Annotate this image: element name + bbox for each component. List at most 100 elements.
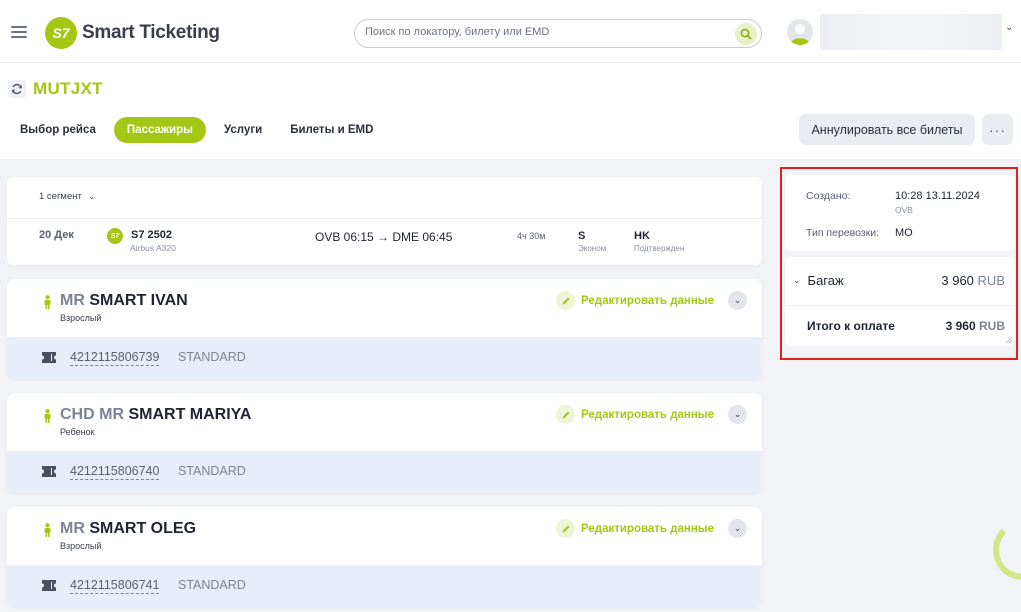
passenger-fullname: SMART MARIYA bbox=[128, 406, 252, 423]
pencil-icon bbox=[556, 291, 575, 310]
booking-tabs: Выбор рейса Пассажиры Услуги Билеты и EM… bbox=[10, 117, 391, 143]
ticket-number-link[interactable]: 4212115806739 bbox=[70, 350, 160, 366]
total-currency: RUB bbox=[979, 319, 1005, 333]
tab-tickets-emd[interactable]: Билеты и EMD bbox=[280, 117, 383, 143]
chevron-down-icon[interactable]: ⌄ bbox=[1005, 22, 1013, 33]
chevron-down-icon: ⌄ bbox=[87, 191, 96, 201]
baggage-amount: 3 960 RUB bbox=[941, 273, 1005, 288]
more-options-button[interactable]: ··· bbox=[982, 114, 1013, 145]
refresh-icon[interactable] bbox=[8, 80, 26, 98]
search-button[interactable] bbox=[735, 23, 757, 45]
pencil-icon bbox=[556, 519, 575, 538]
flight-route: OVB 06:15 → DME 06:45 bbox=[315, 230, 453, 244]
chevron-down-icon[interactable]: ⌄ bbox=[728, 291, 747, 310]
fare-family: STANDARD bbox=[178, 464, 246, 478]
ticket-icon bbox=[42, 352, 56, 363]
avatar-icon bbox=[790, 24, 810, 45]
passenger-fullname: SMART IVAN bbox=[89, 292, 188, 309]
brand-name: Smart Ticketing bbox=[82, 22, 220, 43]
passenger-type: Ребенок bbox=[60, 427, 95, 437]
edit-passenger-label: Редактировать данные bbox=[581, 294, 714, 307]
passenger-card: MR SMART IVAN Взрослый Редактировать дан… bbox=[7, 279, 762, 379]
booking-info-card: Создано: 10:28 13.11.2024 OVB Тип перево… bbox=[785, 175, 1015, 251]
edit-passenger-label: Редактировать данные bbox=[581, 522, 714, 535]
created-value: 10:28 13.11.2024 bbox=[895, 190, 980, 202]
divider bbox=[785, 305, 1015, 306]
search-icon bbox=[740, 28, 752, 40]
chevron-down-icon: ⌄ bbox=[793, 275, 801, 285]
pnr-code: MUTJXT bbox=[33, 79, 103, 98]
segment-toggle[interactable]: 1 сегмент ⌄ bbox=[39, 191, 95, 202]
transport-type-label: Тип перевозки: bbox=[806, 227, 879, 239]
ticket-number-link[interactable]: 4212115806740 bbox=[70, 464, 160, 480]
segment-status-name: Подтвержден bbox=[634, 244, 685, 253]
tab-passengers[interactable]: Пассажиры bbox=[113, 117, 206, 143]
flight-number: S7 2502 bbox=[131, 229, 172, 241]
edit-passenger-button[interactable]: Редактировать данные bbox=[556, 519, 714, 538]
passenger-type: Взрослый bbox=[60, 541, 102, 551]
baggage-row[interactable]: ⌄ Багаж 3 960 RUB bbox=[793, 273, 1005, 288]
passenger-card: MR SMART OLEG Взрослый Редактировать дан… bbox=[7, 507, 762, 607]
edit-passenger-button[interactable]: Редактировать данные bbox=[556, 291, 714, 310]
fare-family: STANDARD bbox=[178, 578, 246, 592]
passenger-name: MR SMART IVAN bbox=[60, 292, 188, 310]
passenger-name: CHD MR SMART MARIYA bbox=[60, 406, 251, 424]
search-input[interactable] bbox=[365, 26, 725, 38]
total-amount-value: 3 960 bbox=[945, 319, 976, 333]
total-label: Итого к оплате bbox=[807, 319, 895, 333]
baggage-label: Багаж bbox=[807, 273, 844, 288]
passenger-fullname: SMART OLEG bbox=[89, 520, 197, 537]
resize-handle-icon[interactable] bbox=[1005, 336, 1013, 344]
baggage-amount-value: 3 960 bbox=[941, 273, 974, 288]
baggage-currency: RUB bbox=[977, 273, 1005, 288]
aircraft-type: Airbus A320 bbox=[130, 243, 176, 253]
brand-logo[interactable]: S7 Smart Ticketing bbox=[45, 17, 220, 49]
segment-status-code: HK bbox=[634, 230, 650, 242]
segment-card: 1 сегмент ⌄ 20 Дек S7 S7 2502 Airbus A32… bbox=[7, 177, 762, 265]
cancel-all-tickets-button[interactable]: Аннулировать все билеты bbox=[799, 114, 975, 145]
passenger-name: MR SMART OLEG bbox=[60, 520, 196, 538]
ticket-icon bbox=[42, 580, 56, 591]
passenger-card: CHD MR SMART MARIYA Ребенок Редактироват… bbox=[7, 393, 762, 493]
edit-passenger-label: Редактировать данные bbox=[581, 408, 714, 421]
passenger-type: Взрослый bbox=[60, 313, 102, 323]
passenger-title: CHD MR bbox=[60, 406, 124, 423]
created-label: Создано: bbox=[806, 190, 851, 202]
airline-logo-icon: S7 bbox=[107, 228, 123, 244]
decorative-ring bbox=[993, 520, 1021, 580]
total-row: Итого к оплате 3 960 RUB bbox=[807, 319, 1005, 333]
flight-duration: 4ч 30м bbox=[517, 231, 546, 241]
order-summary-panel: Создано: 10:28 13.11.2024 OVB Тип перево… bbox=[780, 167, 1018, 360]
transport-type-value: MO bbox=[895, 227, 913, 239]
booking-class-code: S bbox=[578, 230, 586, 242]
chevron-down-icon[interactable]: ⌄ bbox=[728, 519, 747, 538]
created-city: OVB bbox=[895, 205, 913, 215]
passenger-title: MR bbox=[60, 292, 85, 309]
segment-toggle-label: 1 сегмент bbox=[39, 191, 82, 202]
passenger-title: MR bbox=[60, 520, 85, 537]
ticket-row: 4212115806741 STANDARD bbox=[7, 565, 762, 607]
user-name-redacted[interactable] bbox=[820, 14, 1002, 50]
divider bbox=[7, 218, 762, 219]
person-icon bbox=[44, 295, 51, 309]
person-icon bbox=[44, 523, 51, 537]
search-box bbox=[354, 19, 762, 48]
total-amount: 3 960 RUB bbox=[946, 319, 1005, 333]
tab-services[interactable]: Услуги bbox=[214, 117, 272, 143]
tab-flight-selection[interactable]: Выбор рейса bbox=[10, 117, 106, 143]
pencil-icon bbox=[556, 405, 575, 424]
s7-logo-badge: S7 bbox=[45, 17, 77, 49]
edit-passenger-button[interactable]: Редактировать данные bbox=[556, 405, 714, 424]
chevron-down-icon[interactable]: ⌄ bbox=[728, 405, 747, 424]
menu-icon[interactable] bbox=[11, 26, 27, 38]
ticket-row: 4212115806739 STANDARD bbox=[7, 337, 762, 379]
ticket-number-link[interactable]: 4212115806741 bbox=[70, 578, 160, 594]
booking-class-name: Эконом bbox=[578, 244, 607, 253]
ticket-icon bbox=[42, 466, 56, 477]
avatar[interactable] bbox=[787, 19, 813, 45]
ticket-row: 4212115806740 STANDARD bbox=[7, 451, 762, 493]
person-icon bbox=[44, 409, 51, 423]
booking-header: MUTJXT Выбор рейса Пассажиры Услуги Биле… bbox=[0, 63, 1021, 159]
payment-card: ⌄ Багаж 3 960 RUB Итого к оплате 3 960 R… bbox=[785, 257, 1015, 346]
top-header: S7 Smart Ticketing ⌄ bbox=[0, 0, 1021, 63]
